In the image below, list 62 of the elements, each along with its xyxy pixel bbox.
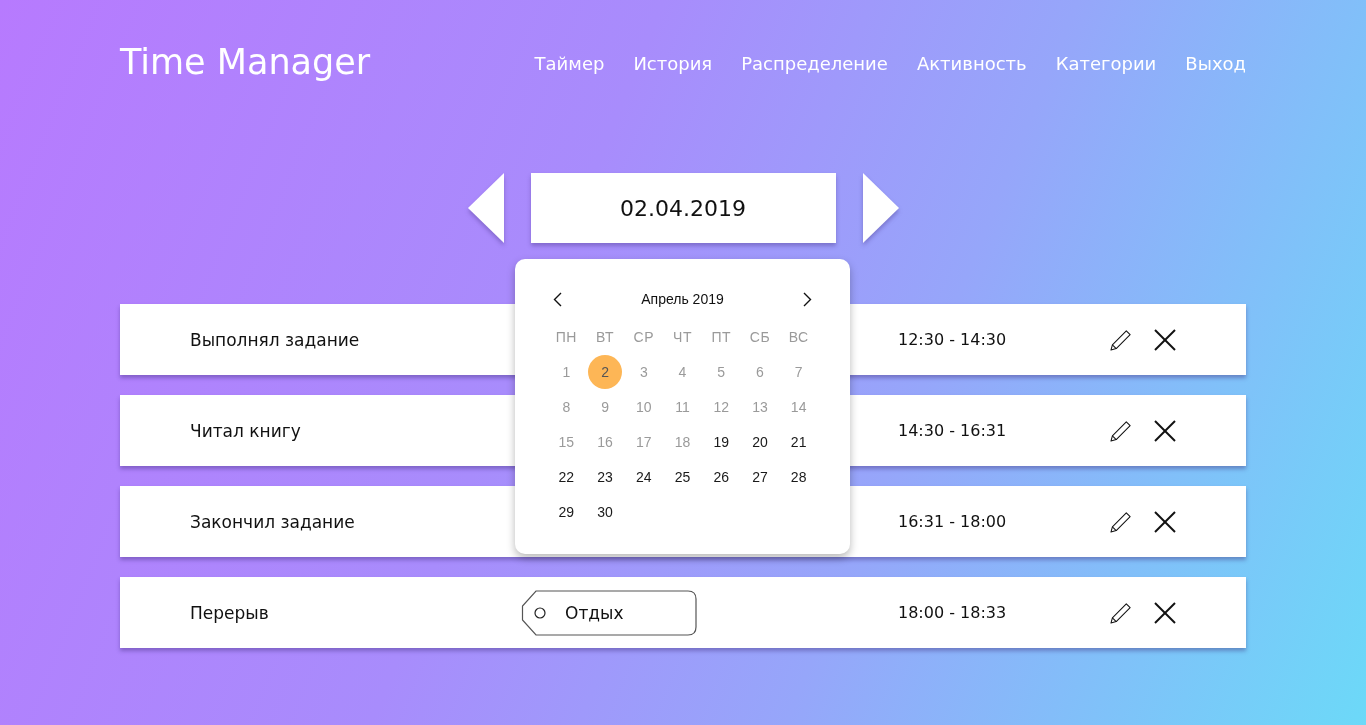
calendar-day[interactable]: 29 [549, 494, 584, 529]
time-range: 12:30 - 14:30 [898, 330, 1007, 349]
weekday-label: ПН [555, 328, 577, 345]
chevron-left-icon [553, 291, 562, 307]
close-icon [1154, 419, 1176, 442]
pencil-icon [1110, 601, 1133, 624]
ring-icon [534, 606, 546, 619]
entry-title: Выполнял задание [190, 329, 360, 350]
calendar-day[interactable]: 27 [742, 459, 777, 494]
calendar-day[interactable]: 23 [588, 459, 623, 494]
edit-button[interactable] [1110, 328, 1133, 351]
nav-link[interactable]: Таймер [534, 52, 605, 74]
calendar-day[interactable]: 28 [781, 459, 816, 494]
nav-link[interactable]: История [633, 52, 713, 74]
calendar-day[interactable]: 24 [626, 459, 661, 494]
right-triangle-icon [862, 173, 899, 243]
nav-link[interactable]: Категории [1055, 52, 1157, 74]
pencil-icon [1110, 510, 1133, 533]
nav-link[interactable]: Активность [916, 52, 1027, 74]
entry-title: Закончил задание [190, 511, 355, 532]
weekday-label: СБ [749, 328, 771, 345]
month-title: Апрель 2019 [641, 291, 724, 307]
weekday-label: СР [633, 328, 654, 345]
previous-month-button[interactable] [553, 291, 562, 307]
calendar-day[interactable]: 26 [704, 459, 739, 494]
entry-title: Читал книгу [190, 420, 301, 441]
previous-day-button[interactable] [467, 173, 504, 243]
edit-button[interactable] [1110, 601, 1133, 624]
calendar-day[interactable]: 20 [742, 424, 777, 459]
weekday-label: ЧТ [673, 328, 692, 345]
nav-link[interactable]: Выход [1185, 52, 1246, 74]
calendar-day[interactable]: 25 [665, 459, 700, 494]
time-range: 18:00 - 18:33 [898, 603, 1007, 622]
calendar-day[interactable]: 19 [704, 424, 739, 459]
close-icon [1154, 601, 1176, 624]
entry-title: Перерыв [190, 602, 269, 623]
edit-button[interactable] [1110, 510, 1133, 533]
edit-button[interactable] [1110, 419, 1133, 442]
delete-button[interactable] [1154, 328, 1176, 351]
next-day-button[interactable] [862, 173, 899, 243]
weekday-label: ВС [788, 328, 809, 345]
calendar-day[interactable]: 21 [781, 424, 816, 459]
delete-button[interactable] [1154, 601, 1176, 624]
weekday-label: ПТ [711, 328, 731, 345]
pencil-icon [1110, 328, 1133, 351]
pencil-icon [1110, 419, 1133, 442]
weekday-label: ВТ [596, 328, 615, 345]
calendar-day[interactable]: 30 [588, 494, 623, 529]
tag-label: Отдых [565, 602, 624, 623]
date-field[interactable]: 02.04.2019 [530, 173, 836, 243]
delete-button[interactable] [1154, 419, 1176, 442]
calendar-day[interactable]: 22 [549, 459, 584, 494]
left-triangle-icon [467, 173, 504, 243]
chevron-right-icon [803, 291, 812, 307]
app-title: Time Manager [120, 42, 371, 84]
nav-link[interactable]: Распределение [741, 52, 888, 74]
next-month-button[interactable] [803, 291, 812, 307]
time-range: 16:31 - 18:00 [898, 512, 1007, 531]
time-range: 14:30 - 16:31 [898, 421, 1007, 440]
close-icon [1154, 328, 1176, 351]
delete-button[interactable] [1154, 510, 1176, 533]
close-icon [1154, 510, 1176, 533]
